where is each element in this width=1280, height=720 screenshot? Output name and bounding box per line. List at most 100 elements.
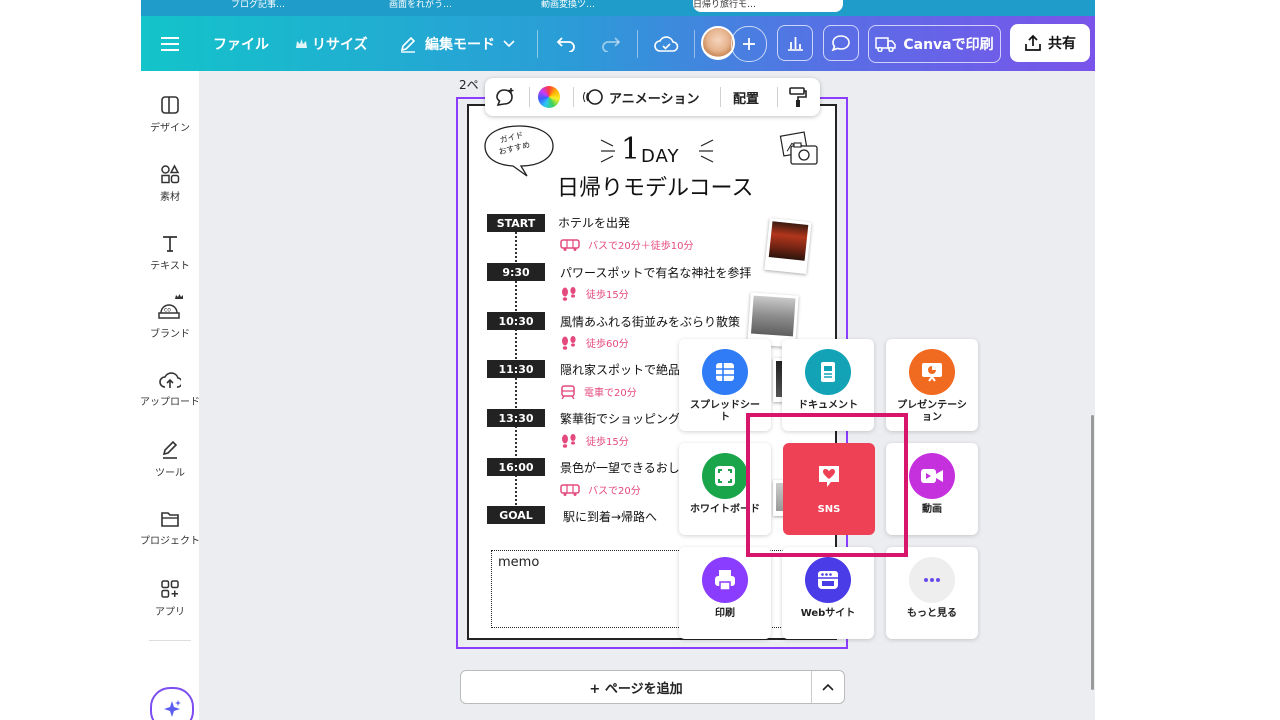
sidebar-item-brand[interactable]: co ブランド (141, 293, 199, 340)
add-page-label: + ページを追加 (589, 681, 683, 697)
sidebar-item-label: アップロード (141, 397, 200, 408)
timeline-connector (515, 232, 517, 262)
sidebar-item-label: テキスト (150, 261, 190, 272)
element-context-toolbar: アニメーション 配置 (485, 78, 820, 116)
create-website-tile[interactable]: Webサイト (782, 547, 874, 639)
sidebar-divider (149, 640, 191, 641)
canva-print-button[interactable]: Canvaで印刷 (868, 25, 1001, 63)
whiteboard-icon (702, 453, 748, 499)
add-page-bar: + ページを追加 (460, 670, 845, 704)
schedule-text: 駅に到着→帰路へ (563, 510, 658, 524)
schedule-text: 隠れ家スポットで絶品 (560, 363, 681, 377)
sidebar-item-label: 素材 (160, 192, 180, 203)
cloud-save-status[interactable] (653, 16, 679, 71)
browser-tab[interactable]: 画面をれがう… (389, 0, 529, 12)
create-more-tile[interactable]: もっと見る (886, 547, 978, 639)
transport-text: 徒歩60分 (586, 339, 629, 350)
color-picker-button[interactable] (538, 78, 560, 116)
copy-style-button[interactable] (788, 78, 808, 116)
brand-icon: co (158, 294, 183, 319)
highlight-box (746, 413, 908, 557)
position-button[interactable]: 配置 (733, 78, 759, 116)
resize-button[interactable]: リサイズ (295, 16, 368, 71)
toolbar-divider (637, 30, 638, 58)
sidebar-item-label: ツール (155, 468, 185, 479)
time-label: GOAL (487, 506, 545, 524)
transport-note: 徒歩15分 (560, 286, 629, 301)
bar-chart-icon (788, 37, 803, 51)
toolbar-divider (537, 30, 538, 58)
sidebar-item-tools[interactable]: ツール (141, 440, 199, 479)
animation-icon (583, 89, 603, 105)
share-button[interactable]: 共有 (1010, 24, 1090, 62)
avatar[interactable] (701, 26, 735, 60)
comment-add-button[interactable] (494, 78, 516, 116)
sidebar-item-projects[interactable]: プロジェクト (141, 510, 200, 547)
sidebar-item-elements[interactable]: 素材 (141, 164, 199, 203)
course-title: 日帰りモデルコース (557, 176, 754, 201)
resize-label: リサイズ (312, 36, 368, 53)
tile-label: もっと見る (907, 608, 957, 619)
headline-number: 1 (621, 132, 641, 167)
scrollbar[interactable] (1091, 415, 1094, 690)
toolbar-divider (694, 30, 695, 58)
footprints-icon (562, 286, 576, 301)
tab-label: 動画変換ツ… (541, 0, 596, 10)
insights-button[interactable] (777, 25, 813, 61)
redo-button[interactable] (601, 16, 621, 71)
file-menu-button[interactable]: ファイル (213, 16, 269, 71)
tile-label: Webサイト (800, 608, 856, 619)
transport-note: バスで20分 (560, 482, 641, 497)
browser-tab[interactable]: 動画変換ツ… (541, 0, 681, 12)
expand-pages-button[interactable] (811, 671, 844, 703)
sidebar-item-design[interactable]: デザイン (141, 95, 199, 134)
share-label: 共有 (1048, 36, 1076, 52)
edit-mode-button[interactable]: 編集モード (399, 16, 515, 71)
apps-icon (161, 580, 179, 598)
schedule-text: ホテルを出発 (558, 216, 631, 230)
magic-assistant-button[interactable] (150, 687, 194, 720)
timeline-connector (515, 426, 517, 456)
projects-icon (161, 512, 179, 527)
svg-text:co: co (164, 307, 171, 314)
add-page-button[interactable]: + ページを追加 (461, 671, 811, 703)
paint-roller-icon (789, 87, 807, 107)
sidebar-item-text[interactable]: テキスト (141, 233, 199, 272)
time-label: 13:30 (487, 409, 545, 427)
browser-tab-active[interactable]: 日帰り旅行モ… (693, 0, 843, 12)
video-icon (909, 453, 955, 499)
undo-icon (556, 36, 575, 52)
tools-icon (162, 440, 178, 459)
truck-icon (875, 37, 897, 52)
toolbar-divider (573, 87, 574, 107)
menu-button[interactable] (161, 16, 179, 71)
undo-button[interactable] (556, 16, 576, 71)
time-label: 16:00 (487, 458, 545, 476)
sidebar-item-apps[interactable]: アプリ (141, 579, 199, 618)
browser-tab[interactable]: ブログ記事… (231, 0, 371, 12)
page-number-label: 2ペ (459, 78, 479, 92)
sidebar-item-label: アプリ (155, 607, 185, 618)
elements-icon (161, 164, 180, 184)
left-sidebar: デザイン 素材 テキスト co ブランド アップロード ツール プロジェクト ア (141, 71, 200, 720)
sidebar-item-upload[interactable]: アップロード (141, 371, 200, 408)
edit-mode-label: 編集モード (425, 36, 495, 53)
more-dots-icon (909, 557, 955, 603)
bus-icon (560, 238, 580, 251)
footprints-icon (562, 335, 576, 350)
browser-tab-strip: ブログ記事… 画面をれがう… 動画変換ツ… 日帰り旅行モ… (141, 0, 1095, 16)
schedule-text: パワースポットで有名な神社を参拝 (560, 266, 752, 280)
timeline-connector (515, 329, 517, 359)
pencil-icon (400, 36, 416, 53)
toolbar-divider (720, 87, 721, 107)
text-icon (163, 236, 177, 252)
create-print-tile[interactable]: 印刷 (679, 547, 771, 639)
transport-text: 電車で20分 (584, 388, 637, 399)
comment-button[interactable] (823, 25, 859, 61)
add-collaborator-button[interactable] (731, 26, 767, 62)
sidebar-item-label: デザイン (150, 123, 190, 134)
sidebar-item-label: プロジェクト (141, 536, 200, 547)
timeline-connector (515, 475, 517, 505)
animation-button[interactable]: アニメーション (583, 78, 699, 116)
transport-note: 徒歩60分 (560, 335, 629, 350)
